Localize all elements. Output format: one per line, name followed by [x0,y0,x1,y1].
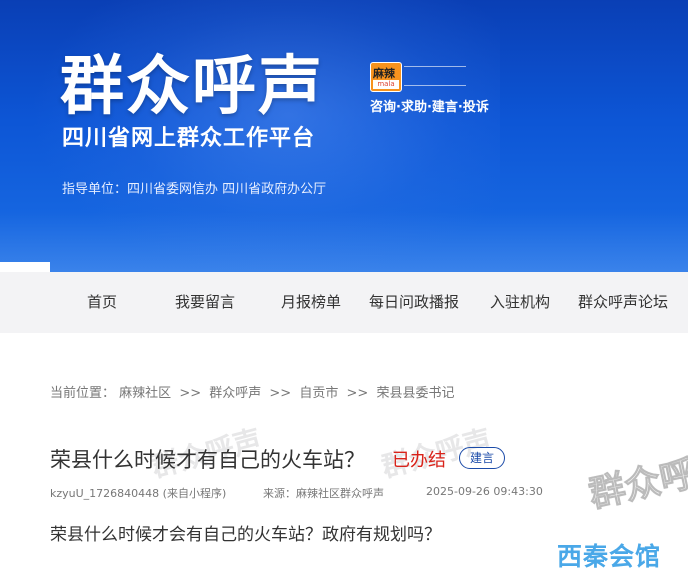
post-author: kzyuU_1726840448 (来自小程序) [50,487,227,500]
breadcrumb-separator: >> [269,386,292,401]
status-badge: 已办结 [392,450,446,471]
breadcrumb: 当前位置： 麻辣社区 >> 群众呼声 >> 自贡市 >> 荣县县委书记 [50,382,454,401]
nav-leave-message[interactable]: 我要留言 [175,272,235,333]
guide-units: 指导单位：四川省委网信办 四川省政府办公厅 [62,182,327,197]
nav-daily-broadcast[interactable]: 每日问政播报 [369,272,459,333]
site-subtitle: 四川省网上群众工作平台 [62,126,316,151]
category-tag: 建言 [459,447,505,469]
post-source: 来源：麻辣社区群众呼声 [263,487,384,500]
breadcrumb-prefix: 当前位置： [50,386,116,401]
post-datetime: 2025-09-26 09:43:30 [426,485,543,498]
service-slogan: 咨询·求助·建言·投诉 [370,100,489,115]
mala-logo: 麻辣 mala [370,62,402,92]
nav-home[interactable]: 首页 [87,272,117,333]
breadcrumb-item[interactable]: 群众呼声 [209,386,261,401]
mala-logo-text: 麻辣 [373,67,395,80]
brand-watermark: 西秦会馆 [557,542,662,571]
nav-institutions[interactable]: 入驻机构 [490,272,550,333]
banner-glow [0,212,688,272]
breadcrumb-separator: >> [346,386,369,401]
main-nav: 首页 我要留言 月报榜单 每日问政播报 入驻机构 群众呼声论坛 [0,272,688,333]
nav-forum[interactable]: 群众呼声论坛 [578,272,668,333]
nav-monthly-ranking[interactable]: 月报榜单 [281,272,341,333]
post-title: 荣县什么时候才有自己的火车站？ [50,448,365,472]
breadcrumb-item[interactable]: 自贡市 [299,386,338,401]
breadcrumb-item[interactable]: 荣县县委书记 [376,386,454,401]
mala-logo-tag [404,66,466,86]
banner-strip [0,262,50,272]
mala-logo-sub: mala [373,80,399,89]
site-title: 群众呼声 [60,50,324,124]
breadcrumb-item[interactable]: 麻辣社区 [119,386,171,401]
post-content: 荣县什么时候才会有自己的火车站？政府有规划吗？ [50,525,441,545]
header-banner: 群众呼声 四川省网上群众工作平台 指导单位：四川省委网信办 四川省政府办公厅 麻… [0,0,688,272]
breadcrumb-separator: >> [179,386,202,401]
watermark-brand: 群众呼 [585,453,688,517]
